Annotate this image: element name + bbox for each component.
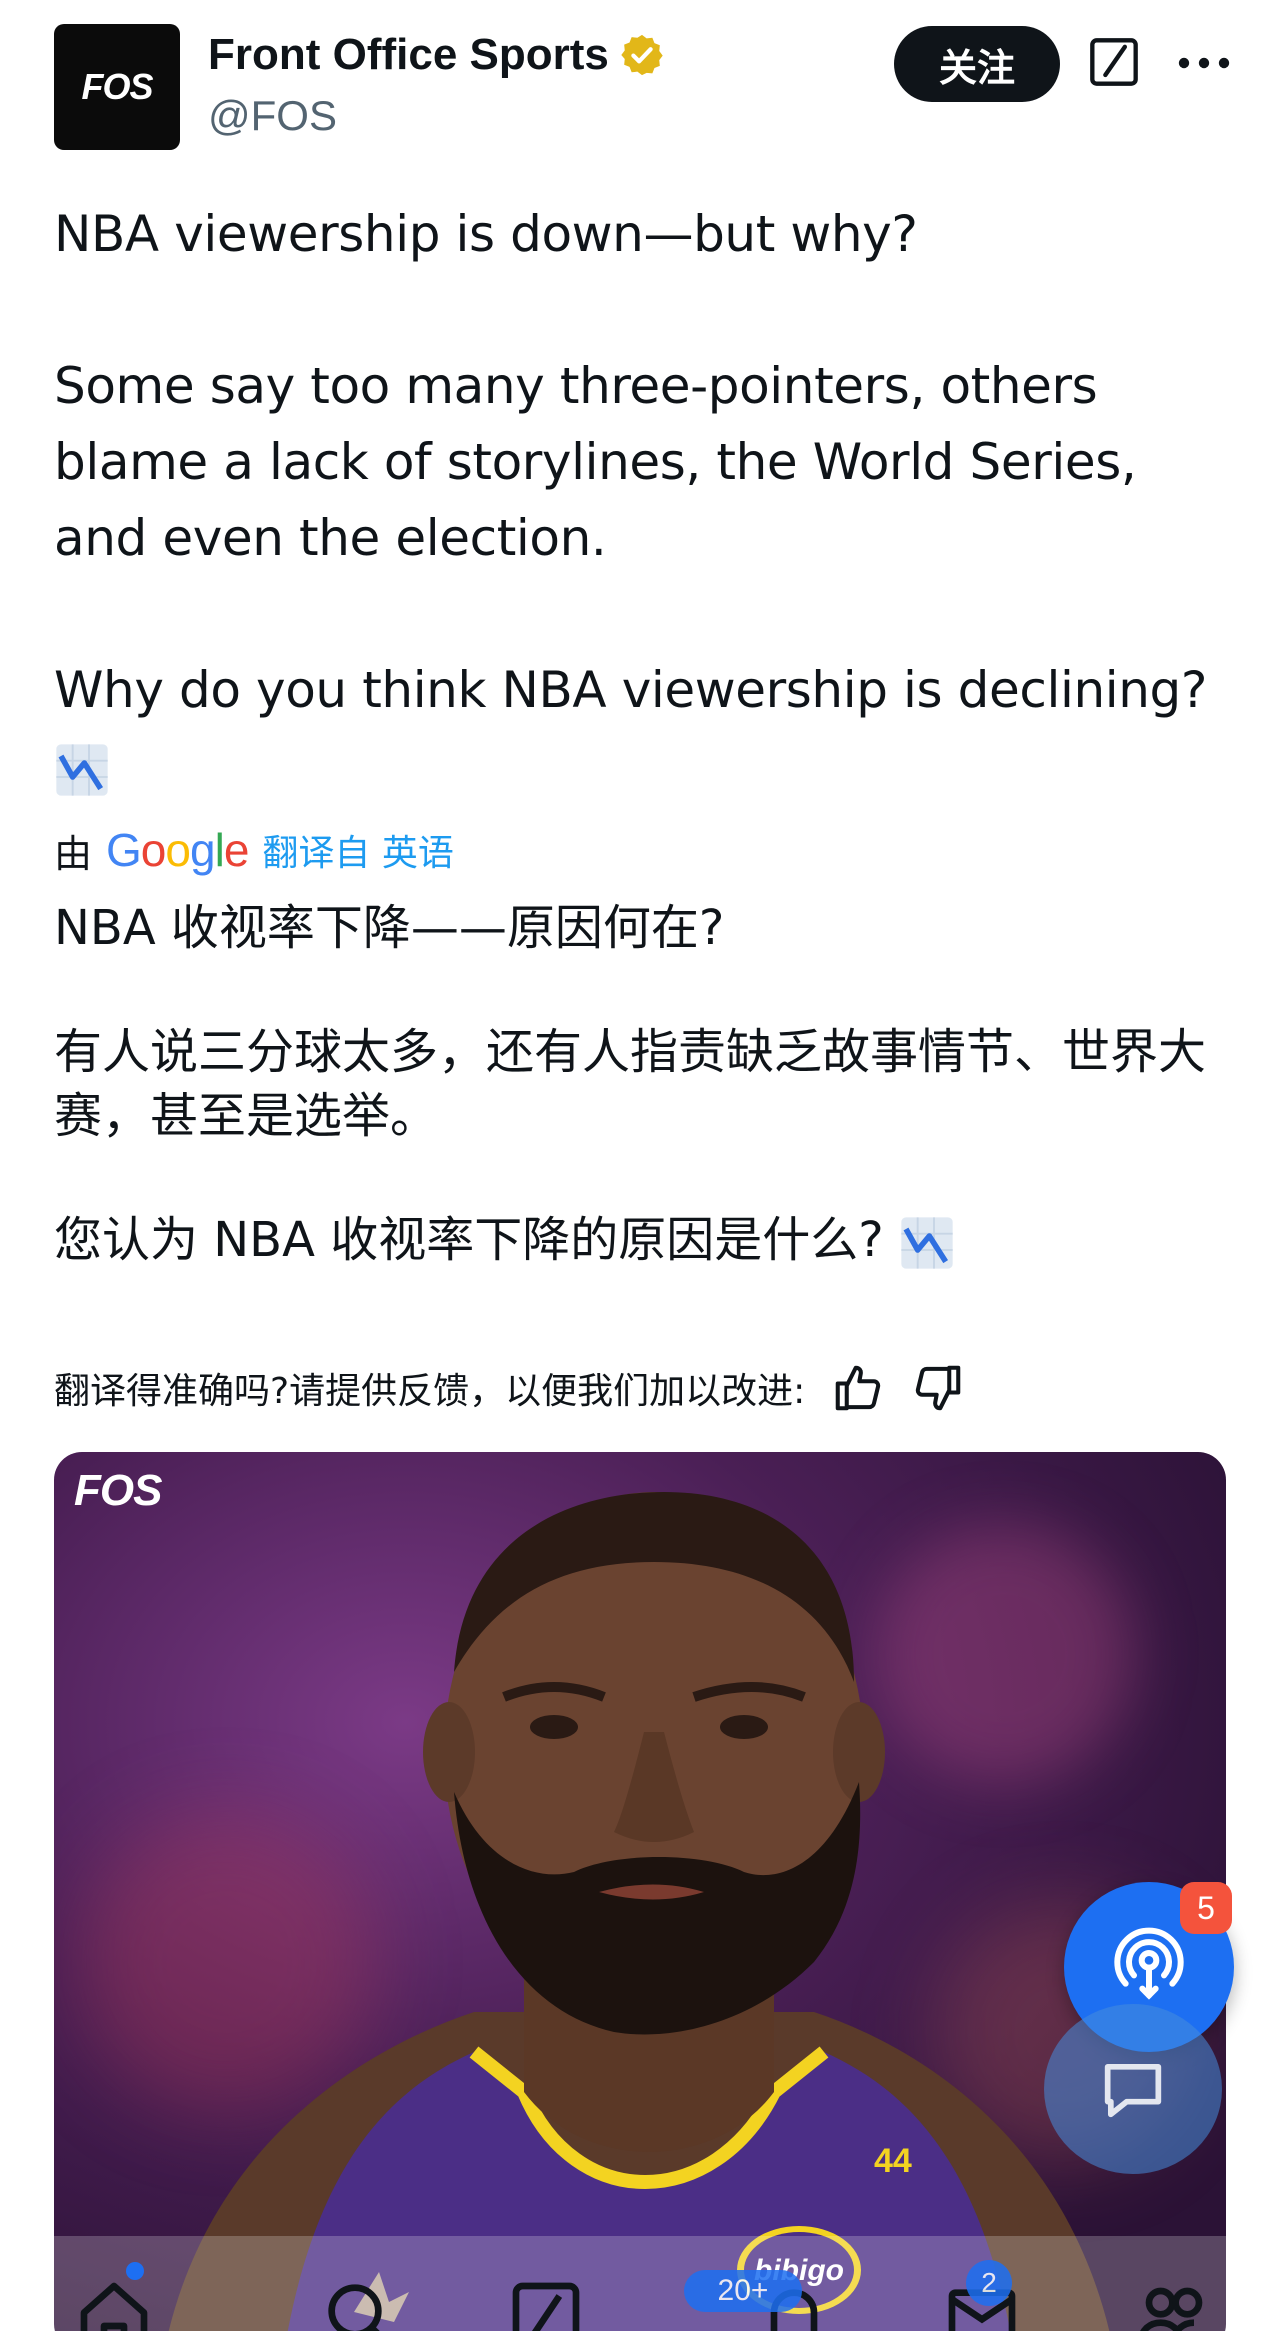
avatar-logo-text: FOS <box>81 66 153 107</box>
post-detail-page: FOS Front Office Sports @FOS 关注 NBA view… <box>0 0 1280 2331</box>
messages-badge: 2 <box>966 2260 1012 2306</box>
post-line-text: Why do you think NBA viewership is decli… <box>54 661 1207 719</box>
follow-button[interactable]: 关注 <box>894 26 1060 102</box>
avatar[interactable]: FOS <box>54 24 180 150</box>
podcast-icon <box>1114 1927 1184 2000</box>
chat-bubble-icon <box>1104 2063 1162 2118</box>
chart-decreasing-icon <box>56 743 108 796</box>
spaces-badge: 5 <box>1180 1882 1232 1934</box>
feedback-prompt: 翻译得准确吗?请提供反馈，以便我们加以改进: <box>54 1371 806 1412</box>
name-row: Front Office Sports <box>208 30 665 80</box>
display-name[interactable]: Front Office Sports <box>208 30 609 80</box>
translated-line-text: 您认为 NBA 收视率下降的原因是什么? <box>54 1212 884 1268</box>
post-image[interactable]: 44 bibigo FOS <box>54 1452 1226 2331</box>
google-logo: Google <box>106 824 249 876</box>
grok-chat-fab[interactable] <box>1044 2004 1222 2174</box>
translated-line: 有人说三分球太多，还有人指责缺乏故事情节、世界大赛，甚至是选举。 <box>54 1024 1207 1144</box>
home-unread-dot <box>126 2262 144 2280</box>
player-photo: 44 bibigo <box>168 1492 1110 2331</box>
thumbs-up-icon[interactable] <box>831 1361 885 1415</box>
post-line: Why do you think NBA viewership is decli… <box>54 652 1234 728</box>
communities-icon[interactable] <box>1134 2276 1214 2331</box>
translated-line-with-emoji: 您认为 NBA 收视率下降的原因是什么? <box>54 1208 1234 1272</box>
translated-line: NBA 收视率下降——原因何在? <box>54 900 725 956</box>
post-line: Some say too many three-pointers, others… <box>54 357 1137 567</box>
verified-badge-icon <box>621 34 663 76</box>
search-icon[interactable] <box>320 2276 400 2331</box>
by-label: 由 <box>54 831 93 876</box>
grok-nav-icon[interactable] <box>506 2276 586 2331</box>
translated-by: 由 Google 翻译自 英语 <box>54 820 454 880</box>
account-handle[interactable]: @FOS <box>208 92 337 140</box>
post-line: NBA viewership is down—but why? <box>54 205 918 263</box>
grok-icon[interactable] <box>1088 36 1140 88</box>
post-header: FOS Front Office Sports @FOS 关注 <box>54 24 1234 150</box>
post-text: NBA viewership is down—but why? Some say… <box>54 196 1234 804</box>
thumbs-down-icon[interactable] <box>911 1361 965 1415</box>
more-options-icon[interactable] <box>1174 38 1234 88</box>
bottom-navigation <box>54 2236 1280 2331</box>
translated-text: NBA 收视率下降——原因何在? 有人说三分球太多，还有人指责缺乏故事情节、世界… <box>54 896 1234 1272</box>
translation-feedback: 翻译得准确吗?请提供反馈，以便我们加以改进: <box>54 1358 1234 1418</box>
post-emoji-line <box>54 728 1234 804</box>
image-watermark: FOS <box>74 1466 162 1515</box>
jersey-number: 44 <box>874 2142 912 2180</box>
translation-source-link[interactable]: 翻译自 英语 <box>262 824 453 876</box>
notifications-badge: 20+ <box>684 2270 802 2312</box>
chart-decreasing-icon <box>901 1217 953 1269</box>
home-icon[interactable] <box>74 2276 154 2331</box>
